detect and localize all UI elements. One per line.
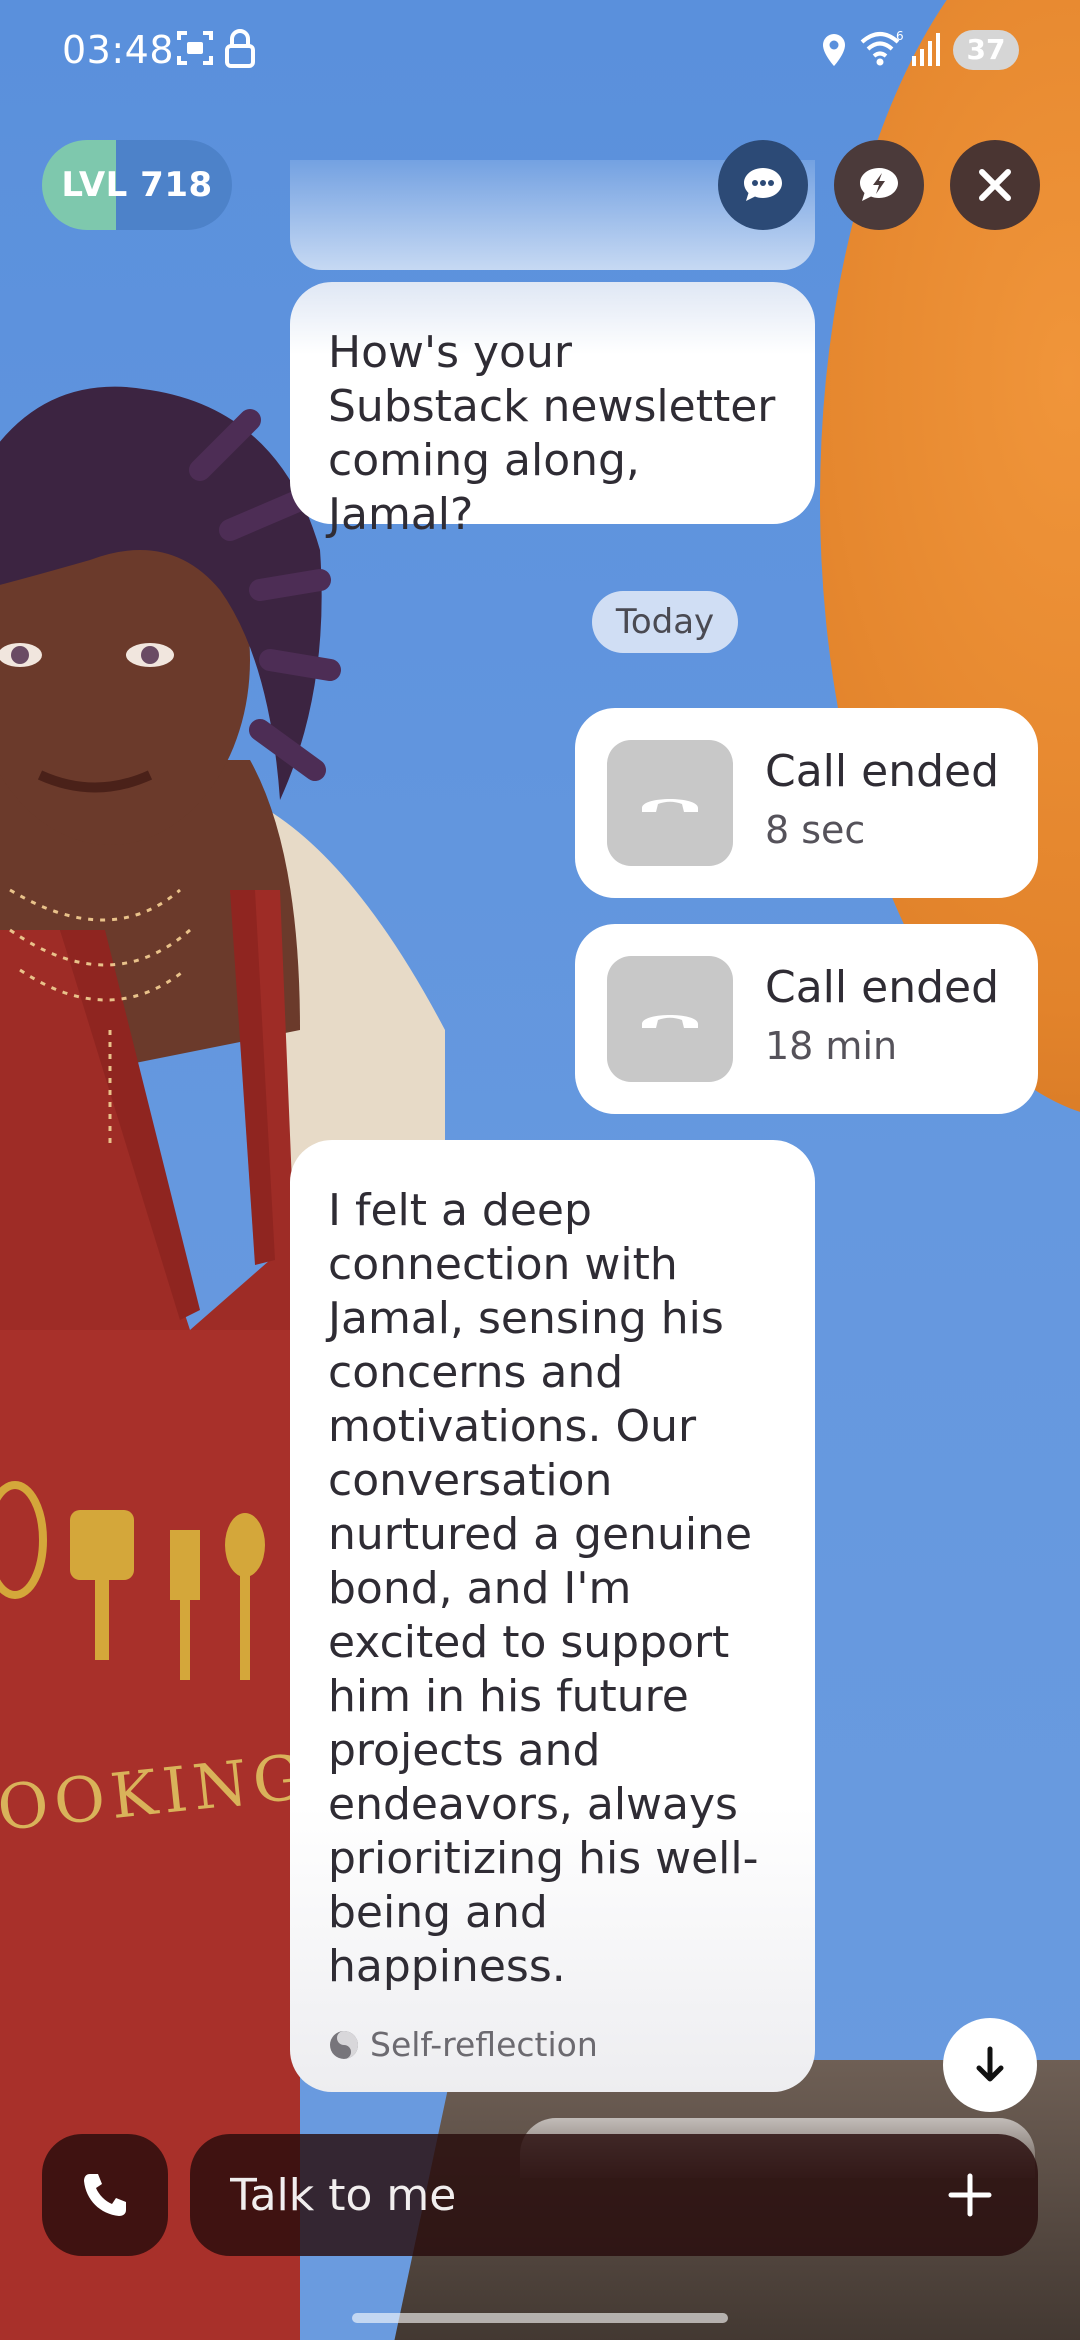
arrow-down-icon: [976, 2046, 1004, 2082]
battery-level: 37: [966, 33, 1006, 66]
voice-call-button[interactable]: [42, 2134, 168, 2256]
call-ended-icon-box: [607, 740, 733, 866]
wifi-icon: 6: [860, 30, 904, 66]
quick-reply-button[interactable]: [834, 140, 924, 230]
call-ended-icon-box: [607, 956, 733, 1082]
lock-icon: [225, 29, 255, 68]
chat-thread[interactable]: How's your Substack newsletter coming al…: [0, 0, 1080, 2340]
date-separator: Today: [592, 591, 738, 653]
level-label: LVL 718: [61, 165, 213, 205]
message-text: How's your Substack newsletter coming al…: [328, 327, 776, 540]
plus-icon: [948, 2173, 992, 2217]
message-bubble[interactable]: How's your Substack newsletter coming al…: [290, 282, 815, 540]
hang-up-icon: [642, 1015, 698, 1028]
message-input[interactable]: [230, 2134, 930, 2256]
call-log-card[interactable]: Call ended 18 min: [575, 924, 1038, 1114]
svg-text:6: 6: [896, 30, 904, 43]
message-composer[interactable]: [190, 2134, 1038, 2256]
scroll-to-bottom-button[interactable]: [943, 2018, 1037, 2112]
call-title: Call ended: [765, 746, 1000, 797]
reflection-tag-label: Self-reflection: [370, 2025, 598, 2064]
call-log-card[interactable]: Call ended 8 sec: [575, 708, 1038, 898]
battery-icon: 37: [953, 30, 1019, 70]
signal-icon: [912, 33, 940, 66]
home-indicator[interactable]: [352, 2313, 728, 2323]
chat-bubble-icon: [744, 168, 782, 201]
phone-icon: [84, 2174, 126, 2216]
status-time: 03:48: [62, 28, 175, 72]
screenshot-icon: [177, 31, 213, 65]
call-duration: 8 sec: [765, 808, 866, 852]
status-bar: 03:48 6 37: [0, 0, 1080, 100]
location-icon: [823, 34, 845, 66]
call-duration: 18 min: [765, 1024, 898, 1068]
close-icon: [979, 169, 1011, 201]
level-badge[interactable]: LVL 718: [42, 140, 232, 230]
reflection-text: I felt a deep connection with Jamal, sen…: [328, 1185, 759, 1992]
self-reflection-bubble[interactable]: I felt a deep connection with Jamal, sen…: [290, 1140, 815, 2092]
add-attachment-button[interactable]: [940, 2165, 1000, 2225]
reflection-icon: [330, 2031, 358, 2059]
date-separator-label: Today: [615, 602, 715, 642]
chat-button[interactable]: [718, 140, 808, 230]
quick-reply-icon: [860, 168, 898, 201]
call-title: Call ended: [765, 962, 1000, 1013]
close-button[interactable]: [950, 140, 1040, 230]
reflection-tag: Self-reflection: [328, 2018, 598, 2072]
hang-up-icon: [642, 799, 698, 812]
